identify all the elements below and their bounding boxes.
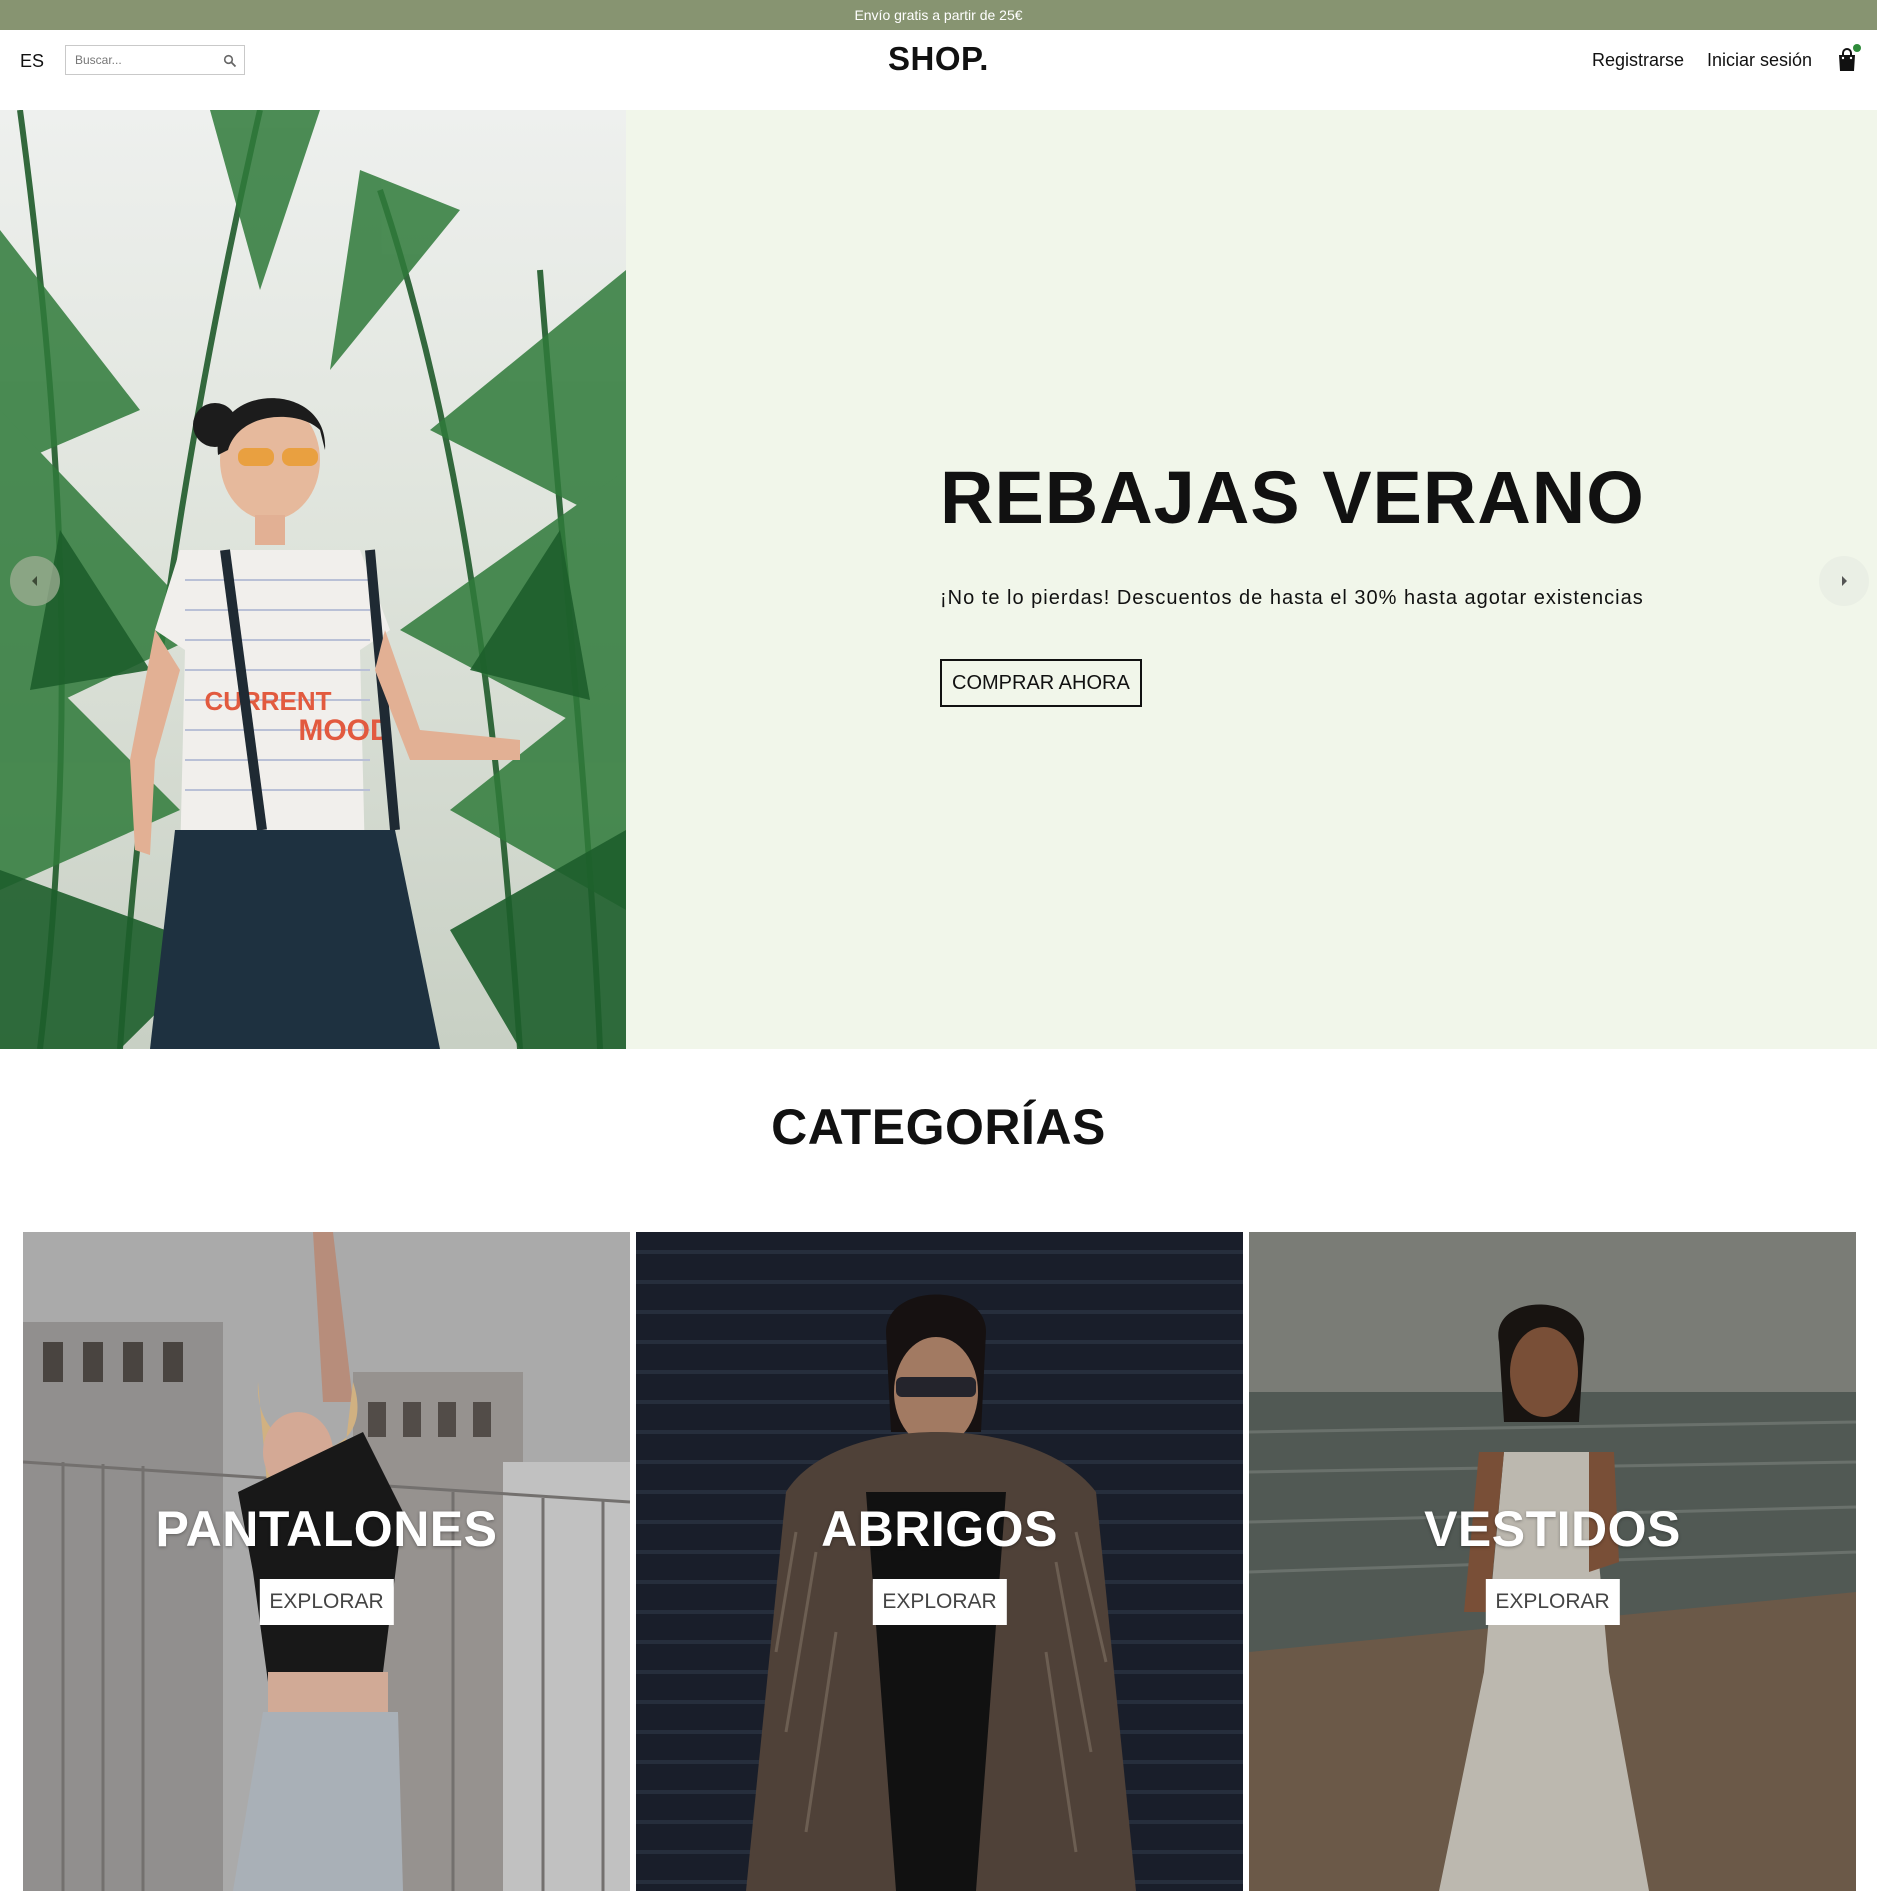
cart-badge	[1853, 44, 1861, 52]
category-image-pantalones	[23, 1232, 630, 1891]
explore-button-pantalones[interactable]: EXPLORAR	[259, 1579, 394, 1625]
hero-title: REBAJAS VERANO	[940, 456, 1645, 539]
explore-button-abrigos[interactable]: EXPLORAR	[872, 1579, 1007, 1625]
announcement-text: Envío gratis a partir de 25€	[854, 7, 1023, 23]
category-label: ABRIGOS	[821, 1501, 1058, 1557]
category-card-pantalones[interactable]: PANTALONES EXPLORAR	[23, 1232, 630, 1891]
svg-text:CURRENT: CURRENT	[204, 686, 331, 716]
chevron-left-icon	[32, 576, 37, 586]
category-label: PANTALONES	[155, 1501, 498, 1557]
announcement-bar: Envío gratis a partir de 25€	[0, 0, 1877, 30]
hero-image: CURRENT MOOD	[0, 110, 626, 1049]
site-header: ES SHOP. Registrarse Iniciar sesión	[0, 30, 1877, 110]
carousel-prev-button[interactable]	[10, 556, 60, 606]
category-card-vestidos[interactable]: VESTIDOS EXPLORAR	[1249, 1232, 1856, 1891]
category-image-vestidos	[1249, 1232, 1856, 1891]
category-image-abrigos	[636, 1232, 1243, 1891]
explore-button-vestidos[interactable]: EXPLORAR	[1485, 1579, 1620, 1625]
hero-subtitle: ¡No te lo pierdas! Descuentos de hasta e…	[940, 587, 1644, 609]
hero-banner: CURRENT MOOD REBAJAS VERANO ¡No te lo pi…	[0, 110, 1877, 1049]
category-card-abrigos[interactable]: ABRIGOS EXPLORAR	[636, 1232, 1243, 1891]
register-link[interactable]: Registrarse	[1592, 50, 1684, 71]
carousel-next-button[interactable]	[1819, 556, 1869, 606]
login-link[interactable]: Iniciar sesión	[1707, 50, 1812, 71]
svg-text:MOOD: MOOD	[298, 714, 391, 747]
categories-title: CATEGORÍAS	[771, 1099, 1106, 1155]
shop-now-button[interactable]: COMPRAR AHORA	[940, 659, 1142, 707]
category-label: VESTIDOS	[1424, 1501, 1681, 1557]
chevron-right-icon	[1842, 576, 1847, 586]
